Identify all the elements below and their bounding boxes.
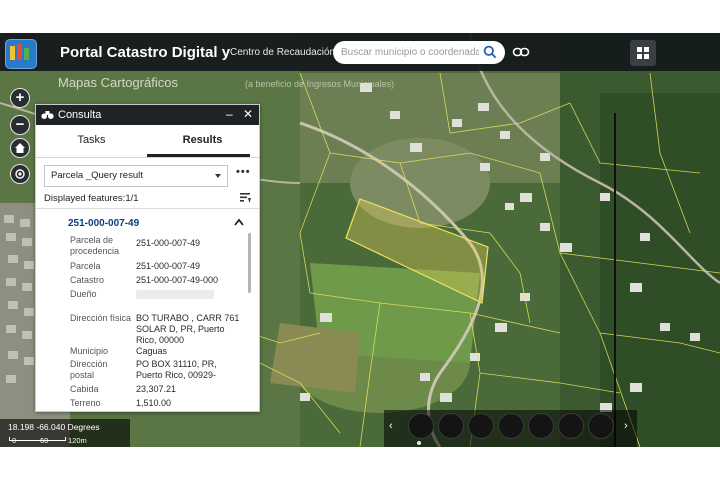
basemap-thumbnail[interactable]	[408, 413, 434, 439]
minimize-button[interactable]: –	[226, 108, 233, 121]
query-result-select-value: Parcela _Query result	[51, 170, 143, 181]
attr-value-direccion-postal: PO BOX 31110, PR, Puerto Rico, 00929-	[136, 359, 217, 380]
gallery-page-dot	[417, 441, 421, 445]
attr-value-parcela-procedencia: 251-000-007-49	[136, 238, 201, 248]
scale-label-mid: 60	[40, 436, 49, 445]
attr-value-terreno: 1,510.00	[136, 398, 172, 408]
basemap-thumbnail[interactable]	[558, 413, 584, 439]
result-title-link[interactable]: 251-000-007-49	[68, 218, 139, 229]
scale-bar	[9, 437, 66, 441]
basemap-thumbnail[interactable]	[468, 413, 494, 439]
chevron-down-icon	[215, 174, 221, 178]
map-status-bar: 18.198 -66.040 Degrees 0 60 120m	[0, 419, 130, 447]
panel-header: Consulta – ✕	[36, 105, 259, 125]
scale-label-start: 0	[12, 436, 17, 445]
basemap-thumbnail[interactable]	[438, 413, 464, 439]
close-icon[interactable]: ✕	[243, 108, 253, 121]
results-list: 251-000-007-49 Parcela de procedencia 25…	[36, 208, 259, 412]
app-header: Portal Catastro Digital y Centro de Reca…	[0, 33, 720, 71]
query-result-select[interactable]: Parcela _Query result	[44, 165, 228, 187]
attr-value-municipio: Caguas	[136, 346, 168, 356]
locate-button[interactable]	[10, 164, 30, 184]
attr-value-catastro: 251-000-007-49-000	[136, 275, 219, 285]
attr-label-direccion-fisica: Dirección física	[70, 313, 132, 323]
attr-label-terreno: Terreno	[70, 398, 101, 408]
search-box[interactable]	[333, 41, 505, 64]
attr-label-catastro: Catastro	[70, 275, 105, 285]
more-options-button[interactable]: •••	[236, 166, 251, 178]
search-input[interactable]	[341, 44, 479, 60]
app-subtitle: Centro de Recaudación de	[230, 47, 349, 58]
attr-label-parcela-procedencia: Parcela de procedencia	[70, 235, 120, 256]
basemap-thumbnail[interactable]	[588, 413, 614, 439]
panel-tabs: Tasks Results	[36, 125, 259, 158]
displayed-features-count: Displayed features:1/1	[44, 193, 139, 204]
basemap-gallery: ‹ ›	[384, 410, 637, 447]
panel-title: Consulta	[58, 109, 102, 121]
attr-label-dueno: Dueño	[70, 289, 97, 299]
attr-label-parcela: Parcela	[70, 261, 101, 271]
tab-results[interactable]: Results	[147, 134, 258, 146]
attr-value-direccion-fisica: BO TURABO , CARR 761 SOLAR D, PR, Puerto…	[136, 313, 240, 345]
basemap-thumbnail[interactable]	[528, 413, 554, 439]
search-icon[interactable]	[483, 45, 497, 59]
home-icon	[15, 143, 25, 153]
attr-label-cabida: Cabida	[70, 384, 99, 394]
results-scrollbar[interactable]	[248, 233, 251, 293]
home-button[interactable]	[10, 138, 30, 158]
tab-tasks[interactable]: Tasks	[36, 134, 147, 146]
scale-label-end: 120m	[68, 436, 87, 445]
app-frame: Portal Catastro Digital y Centro de Reca…	[0, 33, 720, 447]
app-launcher-button[interactable]	[630, 40, 656, 66]
query-panel: Consulta – ✕ Tasks Results Parcela _Quer…	[35, 104, 260, 412]
basemap-thumbnail[interactable]	[498, 413, 524, 439]
active-tab-indicator	[147, 154, 250, 157]
attr-value-cabida: 23,307.21	[136, 384, 177, 394]
app-title: Portal Catastro Digital y	[60, 44, 231, 61]
sort-icon[interactable]	[239, 192, 251, 204]
zoom-out-button[interactable]: −	[10, 115, 30, 135]
attr-label-direccion-postal: Dirección postal	[70, 359, 108, 380]
map-layer-label: Mapas Cartográficos	[58, 75, 178, 90]
locate-icon	[15, 169, 25, 179]
gallery-prev-icon[interactable]: ‹	[389, 420, 393, 432]
link-icon[interactable]	[512, 44, 530, 60]
binoculars-icon	[41, 111, 54, 119]
attr-value-parcela: 251-000-007-49	[136, 261, 201, 271]
attr-value-dueno-redacted	[136, 290, 214, 299]
map-layer-label-secondary: (a beneficio de Ingresos Municipales)	[245, 79, 395, 89]
chevron-up-icon[interactable]	[234, 218, 244, 226]
attr-label-municipio: Municipio	[70, 346, 109, 356]
zoom-in-button[interactable]: +	[10, 88, 30, 108]
gallery-next-icon[interactable]: ›	[624, 420, 628, 432]
coordinate-readout: 18.198 -66.040 Degrees	[8, 422, 100, 432]
app-logo-icon	[5, 39, 37, 69]
